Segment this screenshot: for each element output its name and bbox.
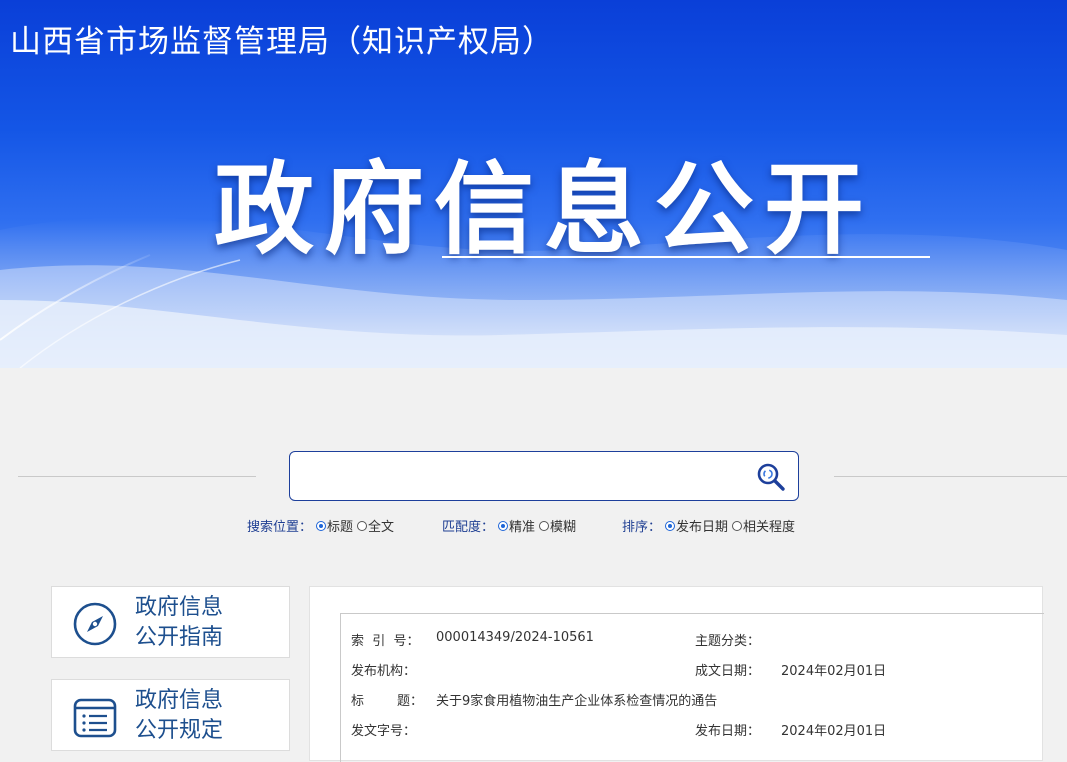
meta-docno-label: 发文字号： bbox=[351, 724, 417, 739]
search-position-label: 搜索位置： bbox=[247, 520, 313, 535]
match-label: 匹配度： bbox=[442, 520, 495, 535]
radio-publish-date-label: 发布日期 bbox=[676, 520, 729, 535]
search-button[interactable] bbox=[754, 460, 788, 494]
radio-dot-selected bbox=[665, 520, 676, 531]
match-group: 匹配度： 精准 模糊 bbox=[442, 516, 580, 535]
radio-relevance-label: 相关程度 bbox=[743, 520, 796, 535]
meta-category-label: 主题分类： bbox=[695, 634, 761, 649]
radio-dot bbox=[732, 520, 743, 531]
sidebar-item-guide[interactable]: 政府信息 公开指南 bbox=[51, 586, 290, 658]
search-input[interactable] bbox=[300, 460, 744, 494]
content-panel: 索 引 号： 000014349/2024-10561 主题分类： 发布机构： … bbox=[309, 586, 1044, 762]
radio-fulltext-label: 全文 bbox=[368, 520, 395, 535]
search-options: 搜索位置： 标题 全文 匹配度： 精准 模糊 排序： 发布日期 相关程度 bbox=[0, 516, 1067, 536]
meta-title-label: 标 题： bbox=[351, 694, 424, 709]
sidebar-item-regulations[interactable]: 政府信息 公开规定 bbox=[51, 679, 290, 751]
sidebar-item-regulations-line2: 公开规定 bbox=[135, 718, 224, 743]
meta-title-value[interactable]: 关于9家食用植物油生产企业体系检查情况的通告 bbox=[436, 690, 717, 709]
meta-index-label: 索 引 号： bbox=[351, 634, 420, 649]
radio-exact[interactable]: 精准 bbox=[498, 516, 535, 535]
compass-icon bbox=[73, 602, 117, 646]
meta-published-label: 发布日期： bbox=[695, 724, 761, 739]
radio-dot-selected bbox=[316, 520, 327, 531]
radio-fulltext[interactable]: 全文 bbox=[357, 516, 394, 535]
document-metadata-table: 索 引 号： 000014349/2024-10561 主题分类： 发布机构： … bbox=[340, 613, 1044, 762]
search-divider-left bbox=[18, 476, 256, 477]
search-icon bbox=[757, 463, 785, 491]
hero-title: 政府信息公开 bbox=[214, 151, 874, 268]
meta-created-value: 2024年02月01日 bbox=[781, 664, 887, 679]
radio-dot-selected bbox=[498, 520, 509, 531]
document-list-icon bbox=[73, 698, 117, 738]
radio-exact-label: 精准 bbox=[509, 520, 536, 535]
search-box bbox=[289, 451, 799, 501]
meta-index-value: 000014349/2024-10561 bbox=[436, 630, 594, 645]
sidebar-item-guide-line1: 政府信息 bbox=[135, 595, 224, 620]
sidebar-item-guide-label: 政府信息 公开指南 bbox=[135, 593, 285, 653]
sidebar-item-regulations-label: 政府信息 公开规定 bbox=[135, 686, 285, 746]
radio-title-label: 标题 bbox=[327, 520, 354, 535]
meta-published-value: 2024年02月01日 bbox=[781, 724, 887, 739]
sort-group: 排序： 发布日期 相关程度 bbox=[622, 516, 799, 535]
header-banner: 山西省市场监督管理局（知识产权局） 政府信息公开 bbox=[0, 0, 1067, 368]
radio-publish-date[interactable]: 发布日期 bbox=[665, 516, 728, 535]
sidebar-item-regulations-line1: 政府信息 bbox=[135, 688, 224, 713]
sort-label: 排序： bbox=[622, 520, 662, 535]
radio-title[interactable]: 标题 bbox=[316, 516, 353, 535]
search-position-group: 搜索位置： 标题 全文 bbox=[247, 516, 398, 535]
sidebar-item-guide-line2: 公开指南 bbox=[135, 625, 224, 650]
site-title[interactable]: 山西省市场监督管理局（知识产权局） bbox=[10, 16, 554, 61]
radio-relevance[interactable]: 相关程度 bbox=[732, 516, 795, 535]
radio-dot bbox=[357, 520, 368, 531]
radio-dot bbox=[539, 520, 550, 531]
radio-fuzzy-label: 模糊 bbox=[550, 520, 577, 535]
search-divider-right bbox=[834, 476, 1067, 477]
hero-underline bbox=[442, 256, 930, 258]
meta-org-label: 发布机构： bbox=[351, 664, 417, 679]
radio-fuzzy[interactable]: 模糊 bbox=[539, 516, 576, 535]
meta-created-label: 成文日期： bbox=[695, 664, 761, 679]
